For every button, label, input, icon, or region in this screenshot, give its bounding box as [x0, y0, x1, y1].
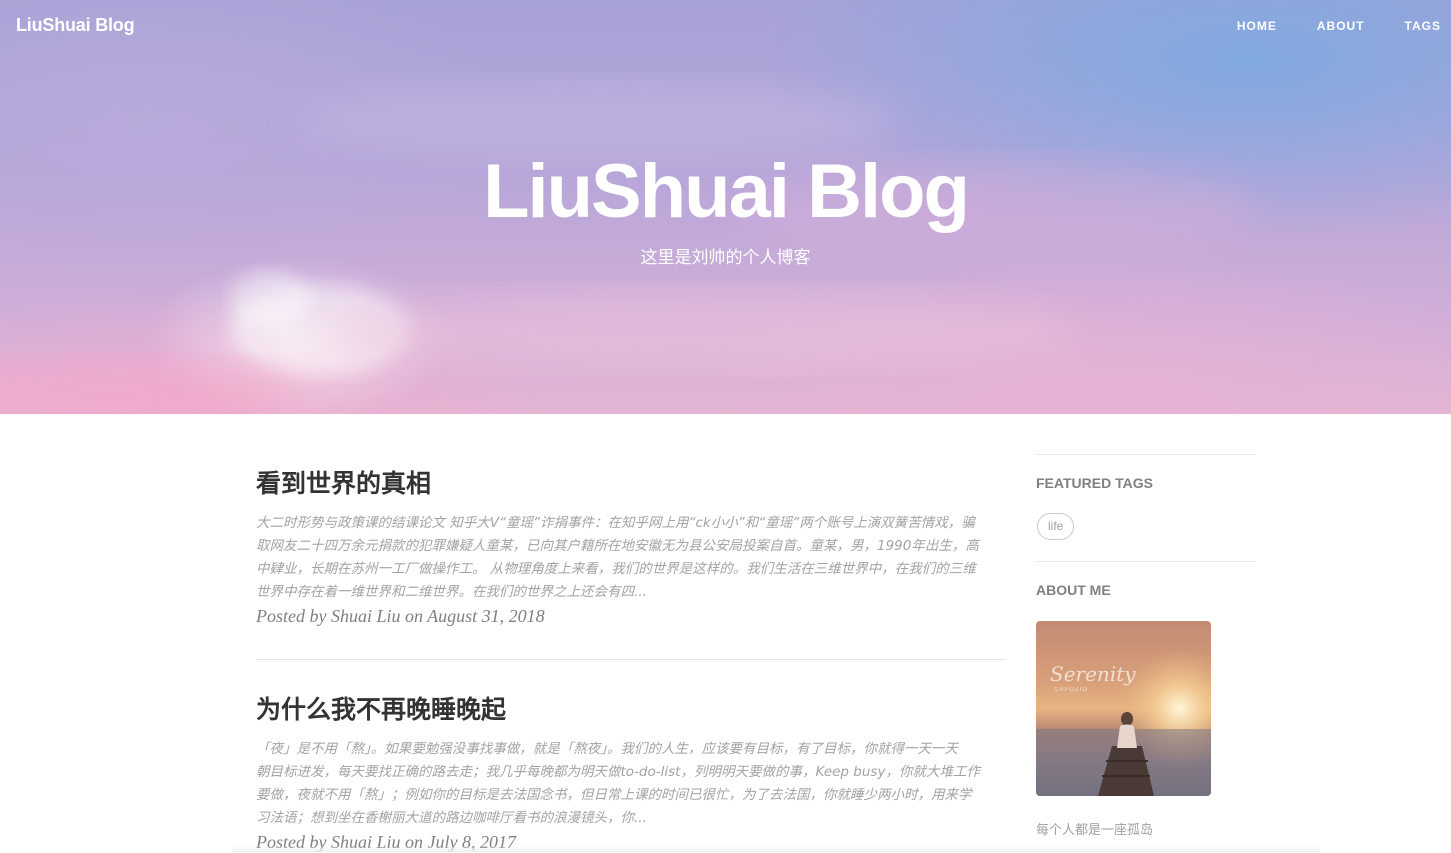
site-subtitle: 这里是刘帅的个人博客	[640, 248, 811, 268]
nav-menu: HOME ABOUT TAGS	[1197, 19, 1441, 33]
nav-link-home[interactable]: HOME	[1197, 19, 1277, 33]
excerpt-line: 大二时形势与政策课的结课论文 知乎大V“童瑶”诈捐事件：在知乎网上用“ck小小”…	[256, 515, 975, 531]
nav-link-about[interactable]: ABOUT	[1277, 19, 1365, 33]
about-me-image: Serenity CAPOZIO	[1036, 621, 1211, 796]
sidebar-divider	[1036, 561, 1255, 562]
about-image-title: Serenity	[1050, 662, 1136, 686]
site-title: LiuShuai Blog	[483, 149, 970, 234]
about-me-heading: ABOUT ME	[1036, 582, 1111, 598]
nav-link-tags[interactable]: TAGS	[1365, 19, 1441, 33]
excerpt-line: 「夜」是不用「熬」。如果要勉强没事找事做，就是「熬夜」。我们的人生，应该要有目标…	[256, 741, 958, 757]
excerpt-line: 习法语；想到坐在香榭丽大道的路边咖啡厅看书的浪漫镜头，你...	[256, 810, 647, 826]
post-title-link[interactable]: 为什么我不再晚睡晚起	[256, 690, 1006, 726]
sidebar-divider	[1036, 454, 1255, 455]
post-preview: 看到世界的真相 大二时形势与政策课的结课论文 知乎大V“童瑶”诈捐事件：在知乎网…	[256, 464, 1006, 627]
post-excerpt[interactable]: 大二时形势与政策课的结课论文 知乎大V“童瑶”诈捐事件：在知乎网上用“ck小小”…	[256, 512, 1006, 604]
featured-tags-heading: FEATURED TAGS	[1036, 475, 1153, 491]
excerpt-line: 世界中存在着一维世界和二维世界。在我们的世界之上还会有四...	[256, 584, 647, 600]
post-excerpt[interactable]: 「夜」是不用「熬」。如果要勉强没事找事做，就是「熬夜」。我们的人生，应该要有目标…	[256, 738, 1006, 830]
about-me-caption: 每个人都是一座孤岛	[1036, 823, 1154, 838]
excerpt-line: 要做，夜就不用「熬」；例如你的目标是去法国念书，但日常上课的时间已很忙，为了去法…	[256, 787, 972, 803]
excerpt-line: 取网友二十四万余元捐款的犯罪嫌疑人童某，已向其户籍所在地安徽无为县公安局投案自首…	[256, 538, 979, 554]
post-preview: 为什么我不再晚睡晚起 「夜」是不用「熬」。如果要勉强没事找事做，就是「熬夜」。我…	[256, 690, 1006, 853]
excerpt-line: 朝目标进发，每天要找正确的路去走；我几乎每晚都为明天做to-do-list，列明…	[256, 764, 980, 780]
excerpt-line: 中肄业，长期在苏州一工厂做操作工。 从物理角度上来看，我们的世界是这样的。我们生…	[256, 561, 976, 577]
post-divider	[256, 659, 1006, 660]
nav-brand[interactable]: LiuShuai Blog	[16, 15, 135, 36]
post-title-link[interactable]: 看到世界的真相	[256, 464, 1006, 500]
bottom-shadow	[232, 846, 1320, 852]
serenity-album-art: Serenity CAPOZIO	[1036, 621, 1211, 796]
tag-life[interactable]: life	[1037, 513, 1075, 540]
about-image-subtitle: CAPOZIO	[1054, 687, 1088, 693]
post-meta: Posted by Shuai Liu on August 31, 2018	[256, 606, 545, 626]
hero-header: LiuShuai Blog HOME ABOUT TAGS LiuShuai B…	[0, 0, 1451, 414]
